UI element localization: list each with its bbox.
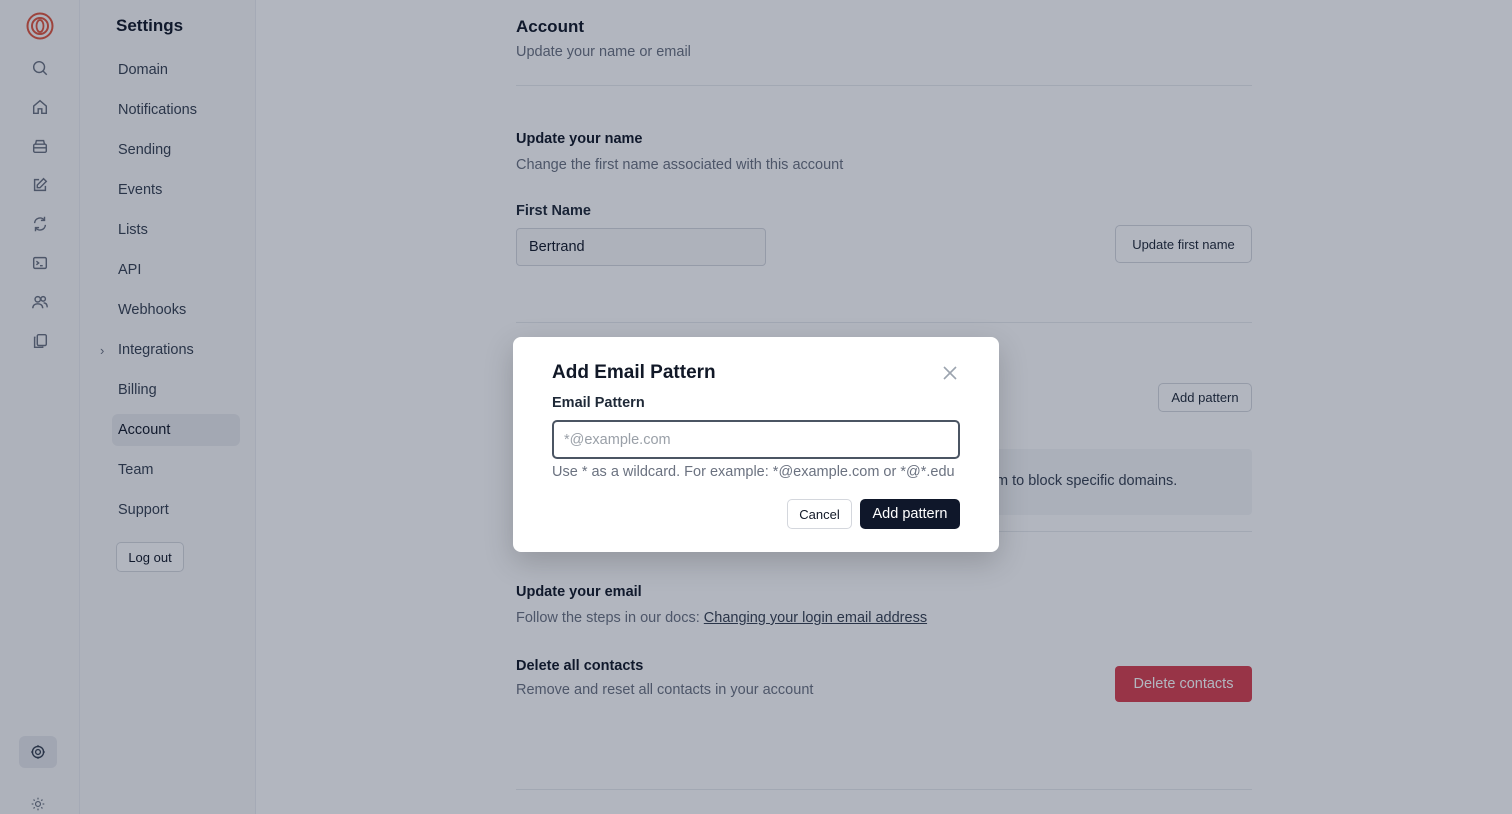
email-pattern-label: Email Pattern bbox=[552, 395, 645, 411]
add-pattern-submit-button[interactable]: Add pattern bbox=[860, 499, 960, 529]
dialog-title: Add Email Pattern bbox=[552, 362, 716, 383]
email-pattern-input[interactable] bbox=[552, 420, 960, 459]
add-email-pattern-dialog: Add Email Pattern Email Pattern Use * as… bbox=[513, 337, 999, 552]
close-icon[interactable] bbox=[941, 364, 959, 382]
cancel-button[interactable]: Cancel bbox=[787, 499, 852, 529]
email-pattern-hint: Use * as a wildcard. For example: *@exam… bbox=[552, 464, 955, 480]
